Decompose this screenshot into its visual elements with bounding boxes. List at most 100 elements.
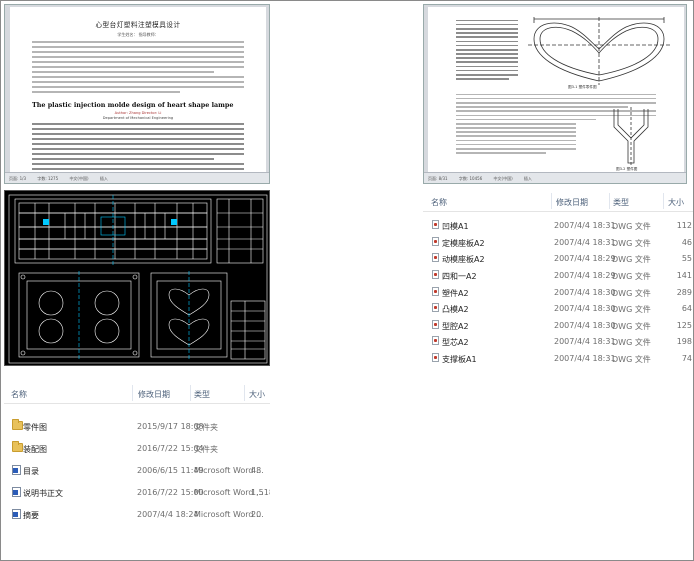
file-type: DWG 文件 — [612, 355, 651, 364]
column-date[interactable]: 修改日期 — [138, 389, 170, 400]
column-separator[interactable] — [190, 385, 191, 401]
file-type: DWG 文件 — [612, 338, 651, 347]
status-page: 页面: 8/31 — [428, 176, 448, 181]
file-row[interactable]: 说明书正文 2016/7/22 15:00 Microsoft Word ...… — [4, 484, 270, 500]
file-size: 125 — [676, 321, 692, 330]
file-row[interactable]: 凸模A2 2007/4/4 18:30 DWG 文件 64 — [423, 300, 693, 316]
chinese-title: 心型台灯塑料注塑模具设计 — [95, 21, 181, 29]
item-type: 文件夹 — [194, 423, 218, 432]
column-type[interactable]: 类型 — [194, 389, 210, 400]
document-text-column — [456, 17, 518, 80]
column-separator[interactable] — [551, 193, 552, 209]
folder-contents-list[interactable]: 名称 修改日期 类型 大小 零件图 2015/9/17 18:08 文件夹 装配… — [4, 382, 270, 560]
status-mode: 插入 — [99, 176, 108, 181]
file-size: 289 — [676, 288, 692, 297]
section-detail-drawing — [613, 107, 649, 165]
word-doc-icon — [12, 487, 21, 497]
file-row[interactable]: 定模座板A2 2007/4/4 18:31 DWG 文件 46 — [423, 234, 693, 250]
file-type: DWG 文件 — [612, 239, 651, 248]
file-date: 2007/4/4 18:31 — [554, 238, 616, 247]
column-name[interactable]: 名称 — [11, 389, 27, 400]
file-date: 2007/4/4 18:29 — [554, 271, 616, 280]
file-type: DWG 文件 — [612, 305, 651, 314]
file-size: 74 — [681, 354, 692, 363]
column-separator[interactable] — [663, 193, 664, 209]
status-mode: 插入 — [523, 176, 532, 181]
file-row[interactable]: 支撑板A1 2007/4/4 18:31 DWG 文件 74 — [423, 350, 693, 366]
file-size: 198 — [676, 337, 692, 346]
column-name[interactable]: 名称 — [431, 197, 447, 208]
dwg-file-icon — [432, 320, 439, 329]
file-row[interactable]: 目录 2006/6/15 11:49 Microsoft Word ... 48 — [4, 462, 270, 478]
file-name: 凸模A2 — [442, 305, 469, 314]
item-name: 装配图 — [23, 445, 47, 454]
file-row[interactable]: 型腔A2 2007/4/4 18:30 DWG 文件 125 — [423, 317, 693, 333]
dwg-file-icon — [432, 353, 439, 362]
file-date: 2007/4/4 18:30 — [554, 304, 616, 313]
dwg-file-icon — [432, 303, 439, 312]
word-document-abstract-window[interactable]: 心型台灯塑料注塑模具设计 学生姓名： 指导教师： The plastic inj… — [4, 4, 270, 184]
composite-frame: 心型台灯塑料注塑模具设计 学生姓名： 指导教师： The plastic inj… — [0, 0, 694, 561]
word-doc-icon — [12, 509, 21, 519]
file-type: DWG 文件 — [612, 255, 651, 264]
item-size: 20 — [251, 510, 262, 519]
item-date: 2007/4/4 18:24 — [137, 510, 199, 519]
file-name: 型腔A2 — [442, 322, 469, 331]
item-name: 零件图 — [23, 423, 47, 432]
file-row[interactable]: 塑件A2 2007/4/4 18:30 DWG 文件 289 — [423, 284, 693, 300]
english-affiliation: Department of Mechanical Engineering — [102, 116, 174, 120]
cad-mold-drawing-viewport[interactable] — [4, 190, 270, 366]
column-size[interactable]: 大小 — [668, 197, 684, 208]
file-name: 型芯A2 — [442, 338, 469, 347]
status-words: 字数: 1275 — [37, 176, 59, 181]
file-row[interactable]: 型芯A2 2007/4/4 18:31 DWG 文件 198 — [423, 333, 693, 349]
word-status-bar: 页面: 1/3 字数: 1275 中文(中国) 插入 — [5, 172, 269, 183]
file-type: DWG 文件 — [612, 322, 651, 331]
figure-caption: 图3-1 塑件零件图 — [568, 85, 597, 89]
file-row[interactable]: 摘要 2007/4/4 18:24 Microsoft Word ... 20 — [4, 506, 270, 522]
english-title: The plastic injection molde design of he… — [32, 101, 234, 109]
chinese-subtitle: 学生姓名： 指导教师： — [117, 32, 159, 37]
file-name: 动模座板A2 — [442, 255, 485, 264]
column-separator[interactable] — [244, 385, 245, 401]
file-row[interactable]: 四和一A2 2007/4/4 18:29 DWG 文件 141 — [423, 267, 693, 283]
status-language: 中文(中国) — [69, 176, 89, 181]
column-date[interactable]: 修改日期 — [556, 197, 588, 208]
dwg-file-list[interactable]: 名称 修改日期 类型 大小 凹模A1 2007/4/4 18:31 DWG 文件… — [423, 190, 693, 366]
file-row[interactable]: 凹模A1 2007/4/4 18:31 DWG 文件 112 — [423, 217, 693, 233]
file-size: 112 — [676, 221, 692, 230]
document-page: 图3-1 塑件零件图 图3-2 塑件图 — [428, 7, 684, 173]
status-words: 字数: 10456 — [458, 176, 483, 181]
file-row[interactable]: 动模座板A2 2007/4/4 18:29 DWG 文件 55 — [423, 250, 693, 266]
column-separator[interactable] — [609, 193, 610, 209]
folder-row[interactable]: 零件图 2015/9/17 18:08 文件夹 — [4, 418, 270, 434]
item-name: 目录 — [23, 467, 39, 476]
column-separator[interactable] — [132, 385, 133, 401]
english-author: Author: Zhang Director: Li — [114, 111, 162, 115]
word-document-drawing-window[interactable]: 图3-1 塑件零件图 图3-2 塑件图 页面: 8/31 字数: 10456 中 — [423, 4, 687, 184]
file-date: 2007/4/4 18:30 — [554, 321, 616, 330]
file-name: 四和一A2 — [442, 272, 477, 281]
folder-row[interactable]: 装配图 2016/7/22 15:04 文件夹 — [4, 440, 270, 456]
item-type: 文件夹 — [194, 445, 218, 454]
file-date: 2007/4/4 18:31 — [554, 354, 616, 363]
column-size[interactable]: 大小 — [249, 389, 265, 400]
file-size: 46 — [681, 238, 692, 247]
column-header-row: 名称 修改日期 类型 大小 — [4, 382, 270, 404]
column-type[interactable]: 类型 — [613, 197, 629, 208]
file-date: 2007/4/4 18:30 — [554, 288, 616, 297]
file-type: DWG 文件 — [612, 289, 651, 298]
status-language: 中文(中国) — [493, 176, 513, 181]
file-name: 支撑板A1 — [442, 355, 477, 364]
item-name: 摘要 — [23, 511, 39, 520]
word-doc-icon — [12, 465, 21, 475]
mold-assembly-drawing — [8, 194, 268, 364]
dwg-file-icon — [432, 270, 439, 279]
heart-part-drawing — [528, 17, 670, 85]
folder-icon — [12, 419, 23, 430]
chinese-abstract-text — [32, 41, 244, 93]
status-page: 页面: 1/3 — [9, 176, 27, 181]
file-name: 塑件A2 — [442, 289, 469, 298]
folder-icon — [12, 441, 23, 452]
file-date: 2007/4/4 18:29 — [554, 254, 616, 263]
